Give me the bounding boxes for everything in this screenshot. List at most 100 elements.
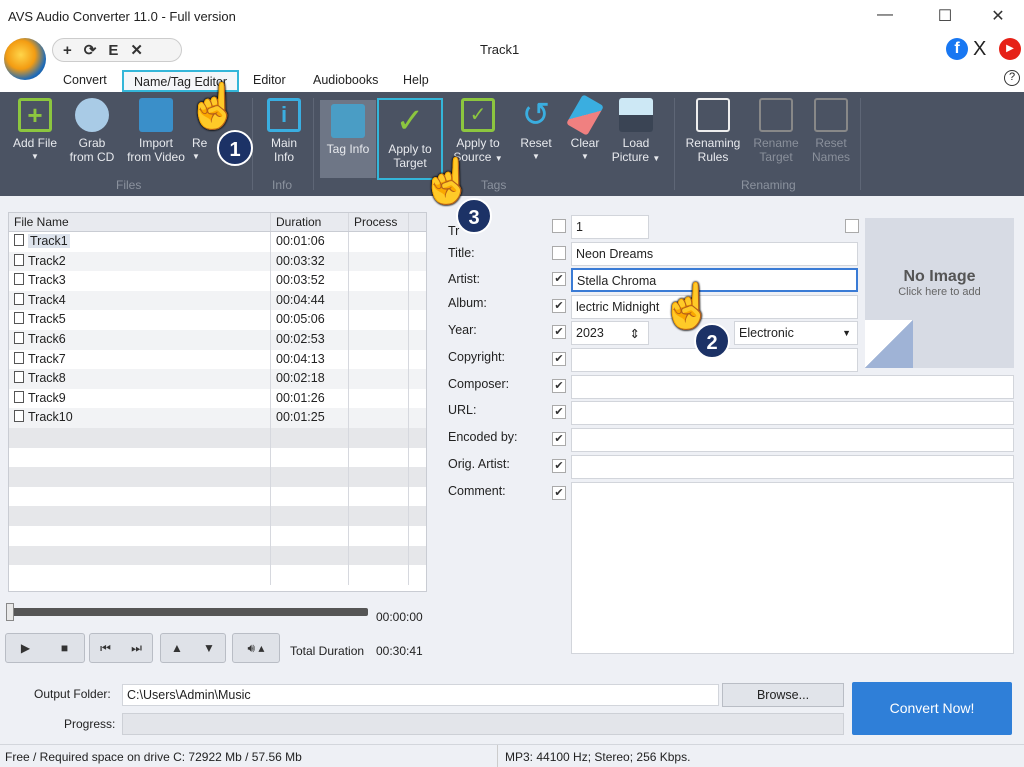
tab-editor[interactable]: Editor: [243, 70, 296, 92]
add-file-button[interactable]: +Add File▼: [10, 98, 60, 164]
tab-convert[interactable]: Convert: [53, 70, 117, 92]
genre-dropdown[interactable]: Electronic▼: [734, 321, 858, 345]
seek-bar[interactable]: [8, 608, 368, 616]
process: [349, 408, 409, 428]
grab-from-cd-button[interactable]: Grabfrom CD: [64, 98, 120, 164]
encoded-by-label: Encoded by:: [448, 430, 518, 444]
play-icon[interactable]: ▶: [6, 641, 45, 655]
cd-icon: [75, 98, 109, 132]
seek-thumb[interactable]: [6, 603, 14, 621]
year-checkbox[interactable]: ✔: [552, 325, 566, 339]
new-icon[interactable]: +: [63, 42, 72, 59]
reset-names-button[interactable]: ResetNames: [808, 98, 854, 164]
composer-checkbox[interactable]: ✔: [552, 379, 566, 393]
composer-input[interactable]: [571, 375, 1014, 399]
album-label: Album:: [448, 296, 487, 310]
table-row[interactable]: Track900:01:26: [9, 389, 426, 409]
copyright-label: Copyright:: [448, 350, 505, 364]
table-row[interactable]: Track600:02:53: [9, 330, 426, 350]
edit-icon[interactable]: E: [108, 42, 118, 59]
main-info-button[interactable]: iMainInfo: [262, 98, 306, 164]
table-row[interactable]: Track4 00:04:44: [9, 291, 426, 311]
table-row[interactable]: Track200:03:32: [9, 252, 426, 272]
next-track-icon[interactable]: ⏭: [121, 641, 152, 656]
orig-artist-checkbox[interactable]: ✔: [552, 459, 566, 473]
comment-label: Comment:: [448, 484, 506, 498]
x-icon[interactable]: X: [973, 38, 986, 61]
window-title: AVS Audio Converter 11.0 - Full version: [8, 9, 236, 24]
move-up-icon[interactable]: ▲: [161, 641, 193, 655]
table-row[interactable]: Track1000:01:25: [9, 408, 426, 428]
document-title: Track1: [480, 42, 519, 57]
quick-access-toolbar: + ⟳ E ✕: [52, 38, 182, 62]
title-checkbox[interactable]: [552, 246, 566, 260]
rules-gear-icon: [696, 98, 730, 132]
stop-icon[interactable]: ■: [45, 641, 84, 655]
delete-icon[interactable]: ✕: [130, 41, 143, 59]
duration: 00:02:53: [271, 330, 349, 350]
close-button[interactable]: ✕: [987, 6, 1009, 28]
play-stop-group: ▶■: [5, 633, 85, 663]
file-list[interactable]: File Name Duration Process Track100:01:0…: [8, 212, 427, 592]
url-checkbox[interactable]: ✔: [552, 405, 566, 419]
cover-image-area[interactable]: No Image Click here to add: [865, 218, 1014, 368]
picture-icon: [619, 98, 653, 132]
output-folder-input[interactable]: C:\Users\Admin\Music: [122, 684, 719, 706]
minimize-button[interactable]: —: [874, 6, 896, 28]
orig-artist-label: Orig. Artist:: [448, 457, 510, 471]
title-input[interactable]: Neon Dreams: [571, 242, 858, 266]
file-icon: [14, 391, 24, 403]
track-checkbox[interactable]: [552, 219, 566, 233]
files-group-label: Files: [116, 178, 141, 192]
volume-button[interactable]: 🔊︎ ▴: [232, 633, 280, 663]
encoded-by-input[interactable]: [571, 428, 1014, 452]
app-logo-icon[interactable]: [4, 38, 46, 80]
encoded-by-checkbox[interactable]: ✔: [552, 432, 566, 446]
album-checkbox[interactable]: ✔: [552, 299, 566, 313]
empty-row: [9, 467, 426, 487]
col-duration[interactable]: Duration: [271, 213, 349, 231]
youtube-icon[interactable]: ▶: [999, 38, 1021, 60]
browse-button[interactable]: Browse...: [722, 683, 844, 707]
comment-checkbox[interactable]: ✔: [552, 486, 566, 500]
maximize-button[interactable]: ☐: [934, 6, 956, 28]
table-row[interactable]: Track500:05:06: [9, 310, 426, 330]
table-row[interactable]: Track800:02:18: [9, 369, 426, 389]
clear-button[interactable]: Clear▼: [564, 98, 606, 164]
url-input[interactable]: [571, 401, 1014, 425]
load-picture-button[interactable]: LoadPicture ▼: [610, 98, 662, 166]
col-process[interactable]: Process: [349, 213, 409, 231]
table-row[interactable]: Track300:03:52: [9, 271, 426, 291]
copyright-checkbox[interactable]: ✔: [552, 352, 566, 366]
year-spinner[interactable]: 2023⇕: [571, 321, 649, 345]
previous-track-icon[interactable]: ⏮: [90, 641, 121, 656]
rename-target-button[interactable]: RenameTarget: [748, 98, 804, 164]
annotation-step-2: 2: [694, 323, 730, 359]
tab-help[interactable]: Help: [393, 70, 439, 92]
tab-audiobooks[interactable]: Audiobooks: [303, 70, 388, 92]
table-row[interactable]: Track100:01:06: [9, 232, 426, 252]
process: [349, 389, 409, 409]
file-icon: [14, 332, 24, 344]
volume-icon: 🔊︎ ▴: [248, 641, 265, 656]
orig-artist-input[interactable]: [571, 455, 1014, 479]
facebook-icon[interactable]: f: [946, 38, 968, 60]
col-file-name[interactable]: File Name: [9, 213, 271, 231]
refresh-icon[interactable]: ⟳: [84, 41, 97, 59]
duration: 00:04:44: [271, 291, 349, 311]
reset-button[interactable]: ↺Reset▼: [514, 98, 558, 164]
import-from-video-button[interactable]: Importfrom Video: [124, 98, 188, 164]
file-name: Track4: [28, 293, 66, 307]
move-down-icon[interactable]: ▼: [193, 641, 225, 655]
renaming-rules-button[interactable]: RenamingRules: [684, 98, 742, 164]
artist-checkbox[interactable]: ✔: [552, 272, 566, 286]
tag-info-button[interactable]: Tag Info: [320, 100, 376, 178]
picture-checkbox[interactable]: [845, 219, 859, 233]
help-icon[interactable]: ?: [1004, 70, 1020, 86]
comment-textarea[interactable]: [571, 482, 1014, 654]
track-input[interactable]: 1: [571, 215, 649, 239]
format-status: MP3: 44100 Hz; Stereo; 256 Kbps.: [505, 750, 690, 764]
table-row[interactable]: Track700:04:13: [9, 350, 426, 370]
prev-next-group: ⏮⏭: [89, 633, 153, 663]
convert-now-button[interactable]: Convert Now!: [852, 682, 1012, 735]
